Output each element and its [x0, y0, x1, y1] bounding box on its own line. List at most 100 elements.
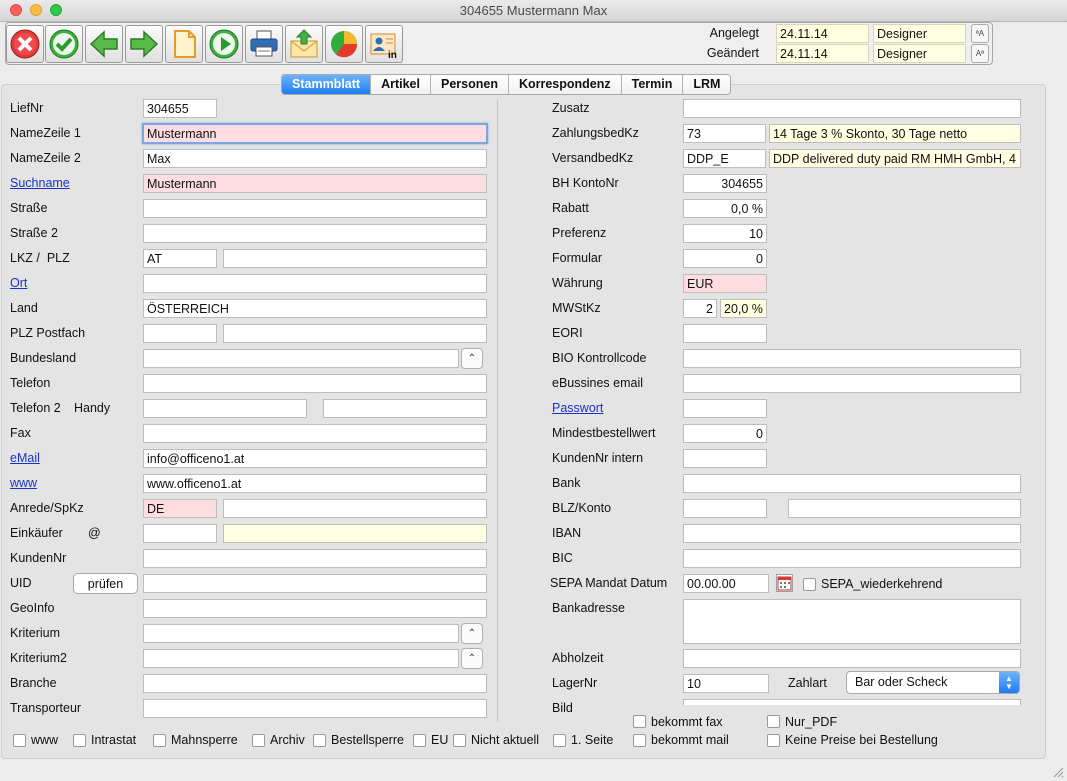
- tab-artikel[interactable]: Artikel: [371, 75, 431, 94]
- kriterium-field[interactable]: [143, 624, 459, 643]
- bhkonto-field[interactable]: 304655: [683, 174, 767, 193]
- decrease-font-button[interactable]: Aª: [971, 44, 989, 63]
- transporteur-field[interactable]: [143, 699, 487, 718]
- plz-postfach-field[interactable]: [143, 324, 217, 343]
- eori-field[interactable]: [683, 324, 767, 343]
- pruefen-button[interactable]: prüfen: [73, 573, 138, 594]
- new-document-button[interactable]: [165, 25, 203, 63]
- bekommt-mail-checkbox[interactable]: [633, 734, 646, 747]
- kriterium2-field[interactable]: [143, 649, 459, 668]
- strasse-field[interactable]: [143, 199, 487, 218]
- handy-field[interactable]: [323, 399, 487, 418]
- forward-button[interactable]: [125, 25, 163, 63]
- bestellsperre-checkbox[interactable]: [313, 734, 326, 747]
- www-link[interactable]: www: [10, 476, 37, 490]
- email-field[interactable]: info@officeno1.at: [143, 449, 487, 468]
- uid-field[interactable]: [143, 574, 487, 593]
- bic-field[interactable]: [683, 549, 1021, 568]
- cancel-button[interactable]: [6, 25, 44, 63]
- namezeile2-field[interactable]: Max: [143, 149, 487, 168]
- bundesland-stepper[interactable]: ⌃: [461, 348, 483, 369]
- blz-field[interactable]: [683, 499, 767, 518]
- suchname-link[interactable]: Suchname: [10, 176, 70, 190]
- ebusiness-field[interactable]: [683, 374, 1021, 393]
- tab-termin[interactable]: Termin: [621, 75, 684, 94]
- erste-seite-checkbox[interactable]: [553, 734, 566, 747]
- bild-field[interactable]: [683, 699, 1021, 705]
- lagernr-field[interactable]: 10: [683, 674, 769, 693]
- iban-field[interactable]: [683, 524, 1021, 543]
- einkaeufer-field[interactable]: [143, 524, 217, 543]
- sepa-date-field[interactable]: 00.00.00: [683, 574, 769, 593]
- email-link[interactable]: eMail: [10, 451, 40, 465]
- postfach-field[interactable]: [223, 324, 487, 343]
- back-button[interactable]: [85, 25, 123, 63]
- branche-field[interactable]: [143, 674, 487, 693]
- confirm-button[interactable]: [45, 25, 83, 63]
- rabatt-field[interactable]: 0,0 %: [683, 199, 767, 218]
- preferenz-field[interactable]: 10: [683, 224, 767, 243]
- kundennr-intern-field[interactable]: [683, 449, 767, 468]
- abholzeit-field[interactable]: [683, 649, 1021, 668]
- print-button[interactable]: [245, 25, 283, 63]
- waehrung-field[interactable]: EUR: [683, 274, 767, 293]
- tab-personen[interactable]: Personen: [430, 75, 509, 94]
- namezeile1-field[interactable]: Mustermann: [142, 123, 488, 144]
- einkaeufer-email-field[interactable]: [223, 524, 487, 543]
- formular-field[interactable]: 0: [683, 249, 767, 268]
- mwst-field[interactable]: 2: [683, 299, 717, 318]
- kriterium2-stepper[interactable]: ⌃: [461, 648, 483, 669]
- strasse2-field[interactable]: [143, 224, 487, 243]
- chevron-updown-icon[interactable]: ▲ ▼: [999, 672, 1019, 693]
- sepa-wiederkehrend-checkbox[interactable]: [803, 578, 816, 591]
- ort-field[interactable]: [143, 274, 487, 293]
- mindest-field[interactable]: 0: [683, 424, 767, 443]
- mahnsperre-checkbox[interactable]: [153, 734, 166, 747]
- suchname-field[interactable]: Mustermann: [143, 174, 487, 193]
- tab-lrm[interactable]: LRM: [683, 75, 731, 94]
- keine-preise-checkbox[interactable]: [767, 734, 780, 747]
- calendar-icon[interactable]: [776, 574, 793, 592]
- bank-field[interactable]: [683, 474, 1021, 493]
- telefon2-field[interactable]: [143, 399, 307, 418]
- bankadresse-textarea[interactable]: [683, 599, 1021, 644]
- land-field[interactable]: ÖSTERREICH: [143, 299, 487, 318]
- passwort-field[interactable]: [683, 399, 767, 418]
- www-field[interactable]: www.officeno1.at: [143, 474, 487, 493]
- zusatz-field[interactable]: [683, 99, 1021, 118]
- bio-field[interactable]: [683, 349, 1021, 368]
- statistics-button[interactable]: [325, 25, 363, 63]
- bekommt-fax-checkbox[interactable]: [633, 715, 646, 728]
- send-mail-button[interactable]: [285, 25, 323, 63]
- kriterium-stepper[interactable]: ⌃: [461, 623, 483, 644]
- resize-grip-icon[interactable]: [1052, 766, 1064, 778]
- contact-button[interactable]: in: [365, 25, 403, 63]
- konto-field[interactable]: [788, 499, 1021, 518]
- kundennr-field[interactable]: [143, 549, 487, 568]
- plz-field[interactable]: [223, 249, 487, 268]
- increase-font-button[interactable]: ªA: [971, 24, 989, 43]
- intrastat-checkbox[interactable]: [73, 734, 86, 747]
- nur-pdf-checkbox[interactable]: [767, 715, 780, 728]
- liefnr-field[interactable]: 304655: [143, 99, 217, 118]
- versandbed-field[interactable]: DDP_E: [683, 149, 766, 168]
- tab-stammblatt[interactable]: Stammblatt: [282, 75, 372, 94]
- anrede-field[interactable]: DE: [143, 499, 217, 518]
- www-checkbox[interactable]: [13, 734, 26, 747]
- spkz-field[interactable]: [223, 499, 487, 518]
- versandbed-label: VersandbedKz: [552, 151, 634, 165]
- zahlart-select[interactable]: Bar oder Scheck: [846, 671, 1020, 694]
- passwort-link[interactable]: Passwort: [552, 401, 603, 415]
- archiv-checkbox[interactable]: [252, 734, 265, 747]
- play-button[interactable]: [205, 25, 243, 63]
- ort-link[interactable]: Ort: [10, 276, 27, 290]
- tab-korrespondenz[interactable]: Korrespondenz: [508, 75, 622, 94]
- geoinfo-field[interactable]: [143, 599, 487, 618]
- fax-field[interactable]: [143, 424, 487, 443]
- zahlungsbed-field[interactable]: 73: [683, 124, 766, 143]
- telefon-field[interactable]: [143, 374, 487, 393]
- lkz-field[interactable]: AT: [143, 249, 217, 268]
- nicht-aktuell-checkbox[interactable]: [453, 734, 466, 747]
- bundesland-field[interactable]: [143, 349, 459, 368]
- eu-checkbox[interactable]: [413, 734, 426, 747]
